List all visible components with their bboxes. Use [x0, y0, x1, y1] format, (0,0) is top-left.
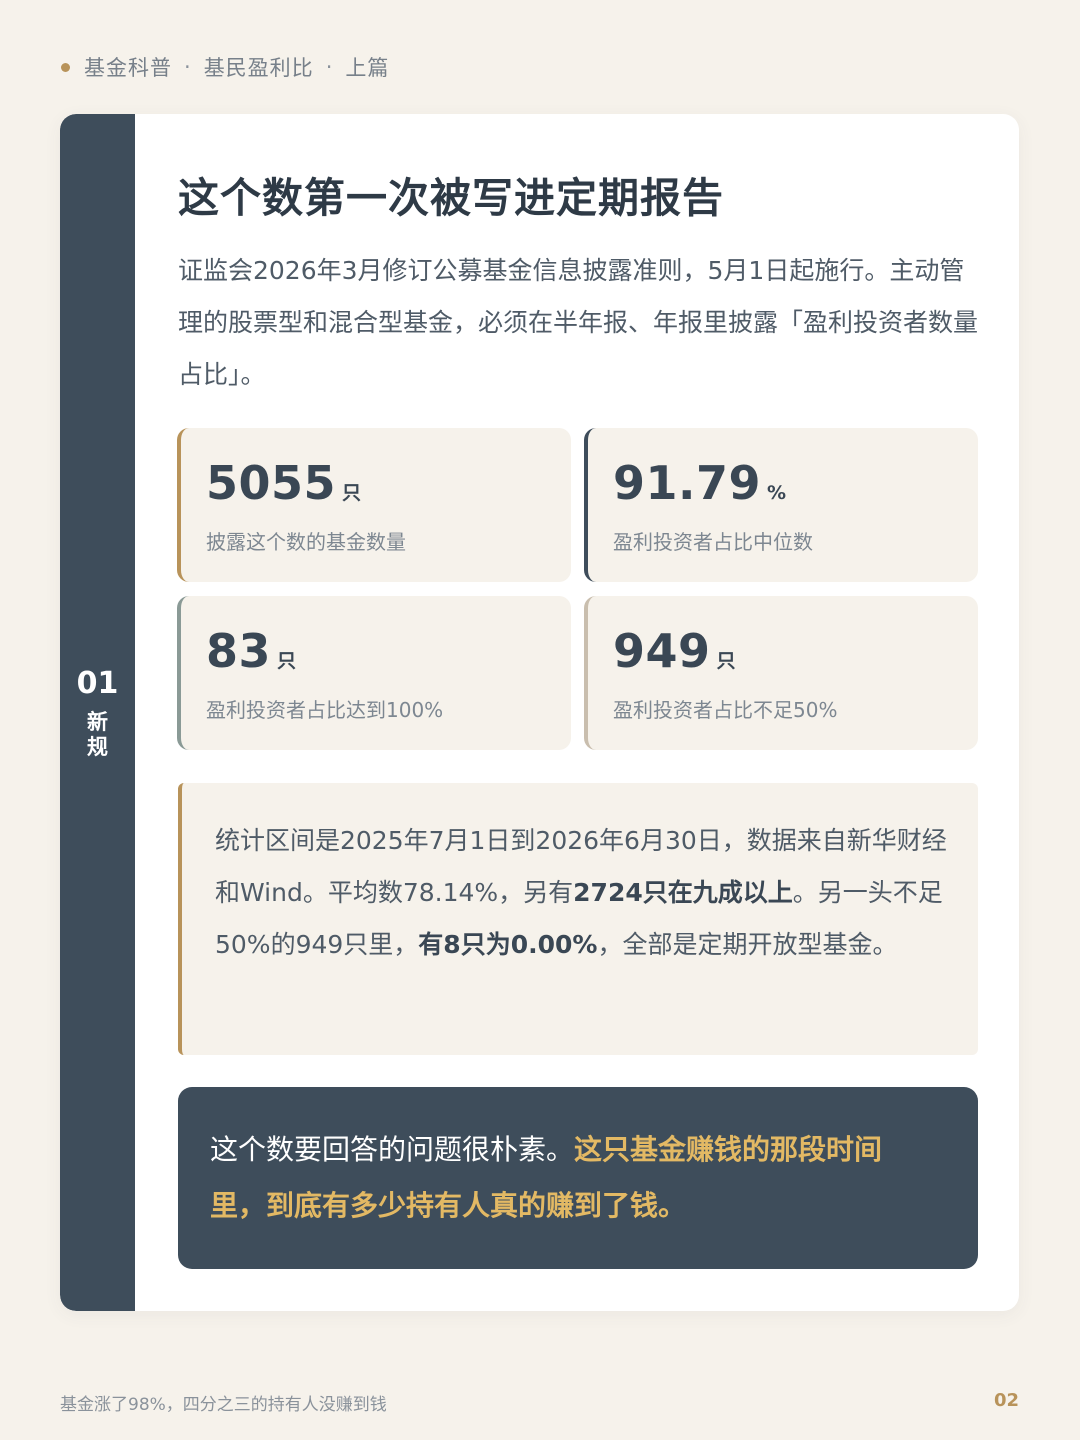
- callout-text: 这个数要回答的问题很朴素。这只基金赚钱的那段时间里，到底有多少持有人真的赚到了钱…: [210, 1122, 930, 1234]
- stat-unit: 只: [342, 482, 362, 504]
- note-emphasis: 有8只为0.00%: [418, 930, 598, 959]
- page-title: 这个数第一次被写进定期报告: [178, 174, 724, 222]
- bullet-dot-icon: [61, 62, 70, 72]
- stat-number: 91.79: [613, 456, 762, 510]
- page-number: 02: [993, 1390, 1019, 1411]
- note-emphasis: 2724只在九成以上: [573, 878, 793, 907]
- note-text: 统计区间是2025年7月1日到2026年6月30日，数据来自新华财经和Wind。…: [215, 815, 950, 971]
- section-number: 01: [76, 666, 119, 701]
- stat-number: 949: [613, 624, 711, 678]
- stat-value: 949 只: [613, 624, 736, 678]
- intro-paragraph: 证监会2026年3月修订公募基金信息披露准则，5月1日起施行。主动管理的股票型和…: [178, 256, 979, 389]
- section-label: 新 规: [60, 710, 135, 760]
- footer-title: 基金涨了98%，四分之三的持有人没赚到钱: [60, 1395, 387, 1415]
- note-box: 统计区间是2025年7月1日到2026年6月30日，数据来自新华财经和Wind。…: [178, 783, 978, 1055]
- callout-plain: 这个数要回答的问题很朴素。: [210, 1133, 575, 1166]
- stat-number: 5055: [206, 456, 337, 510]
- section-sidebar: 01 新 规: [60, 114, 135, 1311]
- content-card: 01 新 规 这个数第一次被写进定期报告 证监会2026年3月修订公募基金信息披…: [60, 114, 1019, 1311]
- section-label-char: 规: [87, 735, 108, 759]
- stat-label: 盈利投资者占比达到100%: [206, 698, 444, 722]
- stat-card-full-profit: 83 只 盈利投资者占比达到100%: [177, 596, 571, 750]
- breadcrumb-item: 上篇: [345, 56, 390, 80]
- breadcrumb-item: 基民盈利比: [203, 56, 314, 80]
- stat-label: 披露这个数的基金数量: [206, 530, 406, 554]
- stat-card-below-half: 949 只 盈利投资者占比不足50%: [584, 596, 978, 750]
- breadcrumb-separator: ·: [325, 55, 334, 79]
- breadcrumb-separator: ·: [184, 55, 192, 79]
- stat-label: 盈利投资者占比不足50%: [613, 698, 838, 722]
- breadcrumb-item: 基金科普: [84, 56, 172, 80]
- stat-card-median: 91.79 % 盈利投资者占比中位数: [584, 428, 978, 582]
- stat-unit: 只: [277, 650, 297, 672]
- note-text-segment: ，全部是定期开放型基金。: [597, 930, 898, 959]
- breadcrumb: 基金科普 · 基民盈利比 · 上篇: [60, 52, 389, 82]
- stat-number: 83: [206, 624, 272, 678]
- stat-value: 5055 只: [206, 456, 361, 510]
- stat-unit: %: [767, 482, 787, 504]
- stat-card-fund-count: 5055 只 披露这个数的基金数量: [177, 428, 571, 582]
- callout-box: 这个数要回答的问题很朴素。这只基金赚钱的那段时间里，到底有多少持有人真的赚到了钱…: [178, 1087, 978, 1269]
- section-label-char: 新: [87, 710, 108, 734]
- stat-label: 盈利投资者占比中位数: [613, 530, 813, 554]
- stat-value: 91.79 %: [613, 456, 786, 510]
- stat-unit: 只: [716, 650, 736, 672]
- stat-value: 83 只: [206, 624, 296, 678]
